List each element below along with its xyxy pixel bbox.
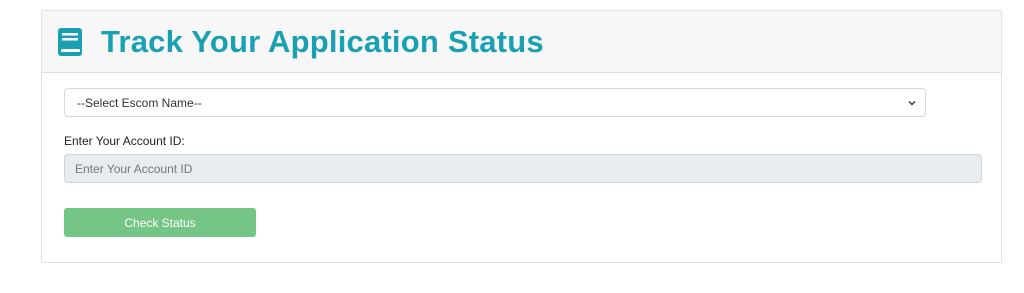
track-status-card: Track Your Application Status --Select E… — [41, 10, 1002, 263]
page-title: Track Your Application Status — [101, 23, 544, 59]
account-id-label: Enter Your Account ID: — [64, 134, 185, 148]
check-status-button[interactable]: Check Status — [64, 208, 256, 237]
escom-select-value: --Select Escom Name-- — [77, 95, 202, 110]
account-id-input[interactable] — [64, 154, 982, 183]
escom-select[interactable]: --Select Escom Name-- — [64, 88, 926, 117]
chevron-down-icon — [907, 97, 917, 107]
card-header: Track Your Application Status — [42, 11, 1001, 73]
book-icon — [57, 27, 83, 57]
